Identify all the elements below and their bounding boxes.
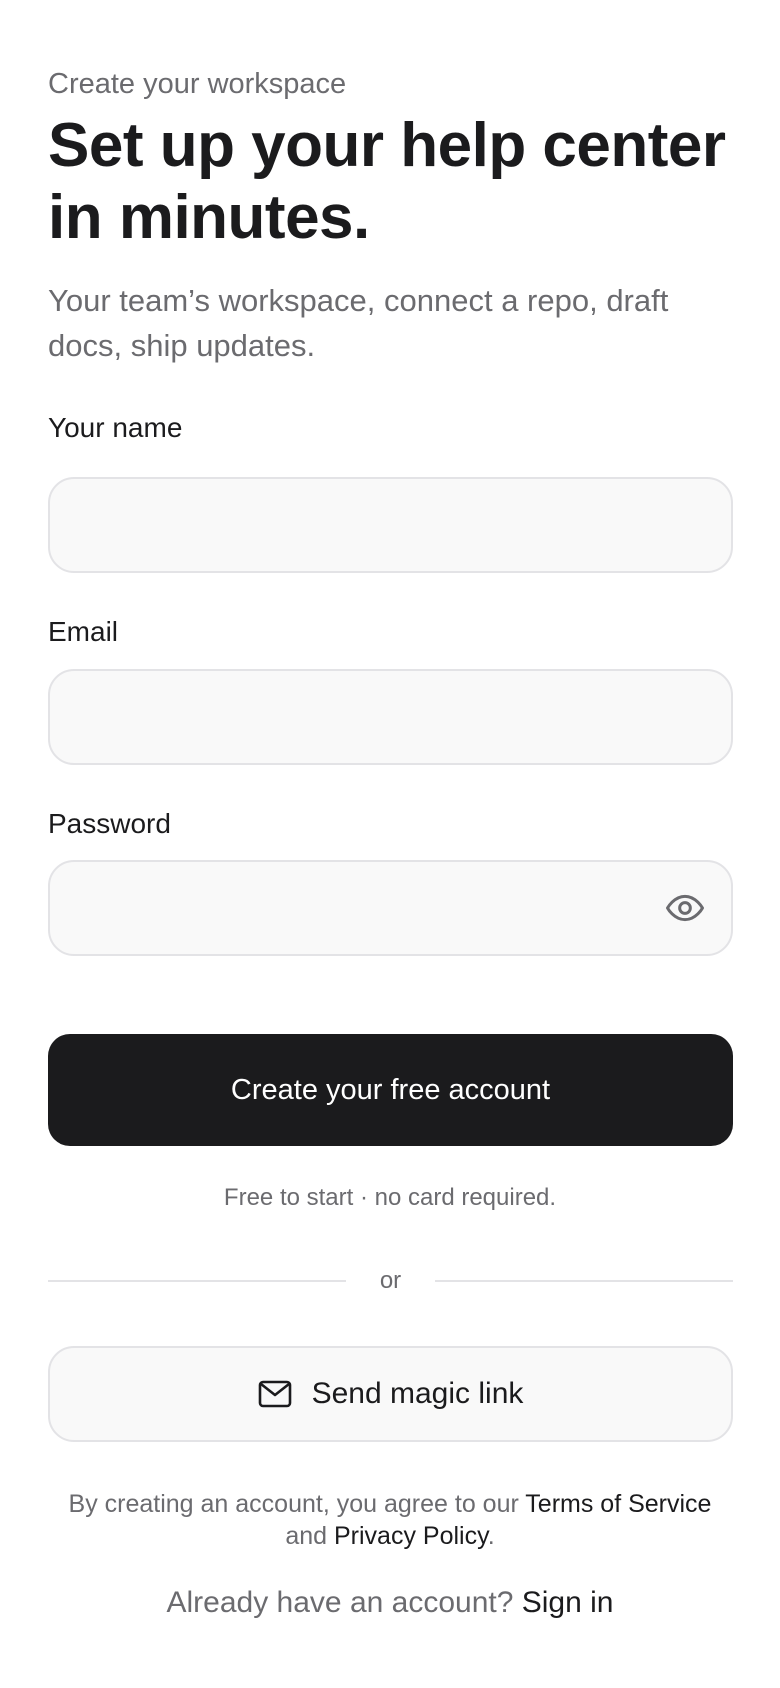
signin-text: Already have an account?	[166, 1586, 522, 1619]
name-input[interactable]	[50, 479, 731, 571]
email-input[interactable]	[50, 671, 731, 763]
mail-icon	[258, 1380, 292, 1408]
pricing-note: Free to start · no card required.	[223, 1184, 557, 1211]
terms-link[interactable]: Terms of Service	[525, 1490, 711, 1518]
eyebrow-text: Create your workspace	[48, 68, 347, 100]
eye-icon[interactable]	[665, 888, 705, 928]
signin-link[interactable]: Sign in	[522, 1586, 614, 1619]
legal-prefix: By creating an account, you agree to our	[68, 1490, 526, 1518]
password-field[interactable]	[48, 860, 733, 956]
privacy-link[interactable]: Privacy Policy	[334, 1522, 488, 1550]
password-label: Password	[48, 808, 171, 839]
email-field[interactable]	[48, 669, 733, 765]
name-label: Your name	[48, 412, 183, 443]
or-divider: or	[48, 1263, 733, 1299]
divider-line-right	[435, 1280, 733, 1282]
legal-text: By creating an account, you agree to our…	[0, 1488, 780, 1552]
legal-suffix: .	[487, 1522, 495, 1550]
magic-link-label: Send magic link	[311, 1377, 524, 1410]
create-account-button[interactable]: Create your free account	[48, 1034, 733, 1146]
password-input[interactable]	[50, 862, 731, 954]
page-subtitle: Your team’s workspace, connect a repo, d…	[48, 283, 669, 363]
magic-link-button[interactable]: Send magic link	[48, 1346, 733, 1442]
page-title: Set up your help center in minutes.	[48, 111, 726, 252]
email-label: Email	[48, 616, 119, 647]
legal-middle: and	[285, 1522, 334, 1550]
signup-page: Create your workspace Set up your help c…	[0, 0, 780, 1688]
signin-prompt: Already have an account? Sign in	[0, 1586, 780, 1620]
name-field[interactable]	[48, 477, 733, 573]
